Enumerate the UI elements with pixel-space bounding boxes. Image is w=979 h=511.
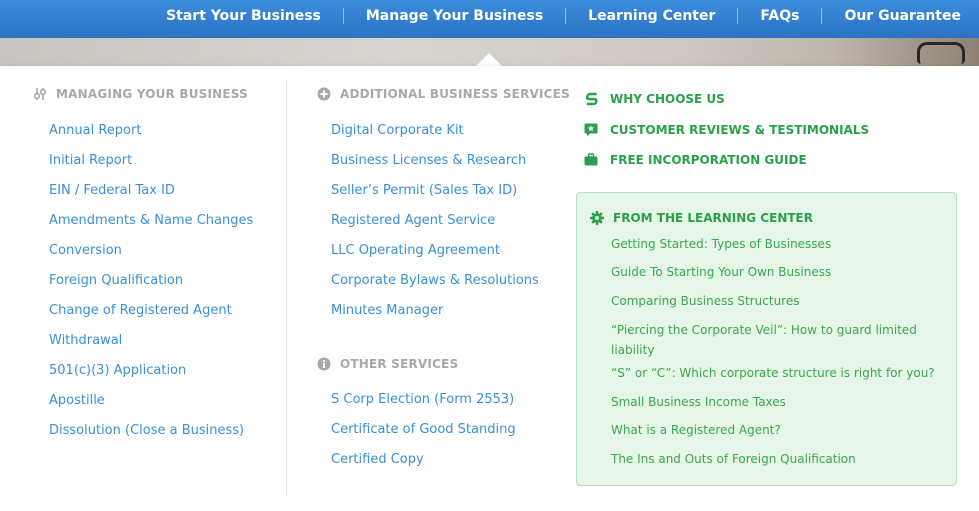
learning-center-heading-label: FROM THE LEARNING CENTER: [613, 211, 813, 225]
top-nav-bar: Start Your Business Manage Your Business…: [0, 0, 979, 38]
other-link[interactable]: S Corp Election (Form 2553): [331, 385, 516, 415]
additional-link[interactable]: Registered Agent Service: [331, 206, 539, 236]
learning-link[interactable]: Small Business Income Taxes: [611, 392, 941, 412]
managing-link[interactable]: Withdrawal: [49, 326, 253, 356]
learning-link[interactable]: “Piercing the Corporate Veil”: How to gu…: [611, 320, 941, 360]
nav-manage-your-business[interactable]: Manage Your Business: [344, 0, 565, 32]
learning-link[interactable]: The Ins and Outs of Foreign Qualificatio…: [611, 449, 941, 469]
other-heading: OTHER SERVICES: [317, 357, 458, 371]
gear-icon: [590, 211, 604, 225]
learning-link[interactable]: What is a Registered Agent?: [611, 420, 941, 440]
sliders-icon: [33, 87, 47, 101]
main-nav: Start Your Business Manage Your Business…: [144, 0, 979, 32]
managing-link[interactable]: Conversion: [49, 236, 253, 266]
additional-link[interactable]: Minutes Manager: [331, 296, 539, 326]
other-links: S Corp Election (Form 2553) Certificate …: [331, 385, 516, 475]
other-link[interactable]: Certified Copy: [331, 445, 516, 475]
other-link[interactable]: Certificate of Good Standing: [331, 415, 516, 445]
managing-link[interactable]: Amendments & Name Changes: [49, 206, 253, 236]
additional-link[interactable]: LLC Operating Agreement: [331, 236, 539, 266]
nav-faqs[interactable]: FAQs: [738, 0, 821, 32]
learning-link[interactable]: Guide To Starting Your Own Business: [611, 262, 941, 282]
learning-link[interactable]: “S” or “C”: Which corporate structure is…: [611, 363, 941, 383]
why-choose-us-label: WHY CHOOSE US: [610, 92, 725, 106]
info-circle-icon: [317, 357, 331, 371]
additional-heading: ADDITIONAL BUSINESS SERVICES: [317, 87, 570, 101]
review-star-icon: [584, 123, 598, 137]
other-heading-label: OTHER SERVICES: [340, 357, 459, 371]
managing-heading: MANAGING YOUR BUSINESS: [33, 87, 248, 101]
managing-link[interactable]: Initial Report: [49, 146, 253, 176]
dropdown-caret: [476, 53, 502, 66]
customer-reviews-label: CUSTOMER REVIEWS & TESTIMONIALS: [610, 123, 870, 137]
additional-links: Digital Corporate Kit Business Licenses …: [331, 116, 539, 326]
hero-photo: [917, 42, 965, 64]
nav-learning-center[interactable]: Learning Center: [566, 0, 737, 32]
page: Start Your Business Manage Your Business…: [0, 0, 979, 511]
learning-center-box: FROM THE LEARNING CENTER Getting Started…: [576, 192, 957, 486]
managing-link[interactable]: Annual Report: [49, 116, 253, 146]
s-logo-icon: [584, 92, 598, 106]
managing-link[interactable]: Apostille: [49, 386, 253, 416]
managing-link[interactable]: Change of Registered Agent: [49, 296, 253, 326]
additional-link[interactable]: Business Licenses & Research: [331, 146, 539, 176]
managing-link[interactable]: Dissolution (Close a Business): [49, 416, 253, 446]
nav-our-guarantee[interactable]: Our Guarantee: [822, 0, 979, 32]
additional-link[interactable]: Digital Corporate Kit: [331, 116, 539, 146]
additional-link[interactable]: Corporate Bylaws & Resolutions: [331, 266, 539, 296]
additional-link[interactable]: Seller’s Permit (Sales Tax ID): [331, 176, 539, 206]
free-guide-link[interactable]: FREE INCORPORATION GUIDE: [584, 153, 807, 167]
plus-circle-icon: [317, 87, 331, 101]
managing-link[interactable]: Foreign Qualification: [49, 266, 253, 296]
managing-link[interactable]: EIN / Federal Tax ID: [49, 176, 253, 206]
column-divider: [286, 80, 287, 496]
managing-heading-label: MANAGING YOUR BUSINESS: [56, 87, 248, 101]
learning-center-heading: FROM THE LEARNING CENTER: [590, 211, 813, 225]
briefcase-icon: [584, 153, 598, 167]
managing-links: Annual Report Initial Report EIN / Feder…: [49, 116, 253, 446]
learning-link[interactable]: Getting Started: Types of Businesses: [611, 234, 941, 254]
nav-start-your-business[interactable]: Start Your Business: [144, 0, 343, 32]
free-guide-label: FREE INCORPORATION GUIDE: [610, 153, 807, 167]
managing-link[interactable]: 501(c)(3) Application: [49, 356, 253, 386]
learning-link[interactable]: Comparing Business Structures: [611, 291, 941, 311]
additional-heading-label: ADDITIONAL BUSINESS SERVICES: [340, 87, 570, 101]
why-choose-us-link[interactable]: WHY CHOOSE US: [584, 92, 725, 106]
customer-reviews-link[interactable]: CUSTOMER REVIEWS & TESTIMONIALS: [584, 123, 869, 137]
